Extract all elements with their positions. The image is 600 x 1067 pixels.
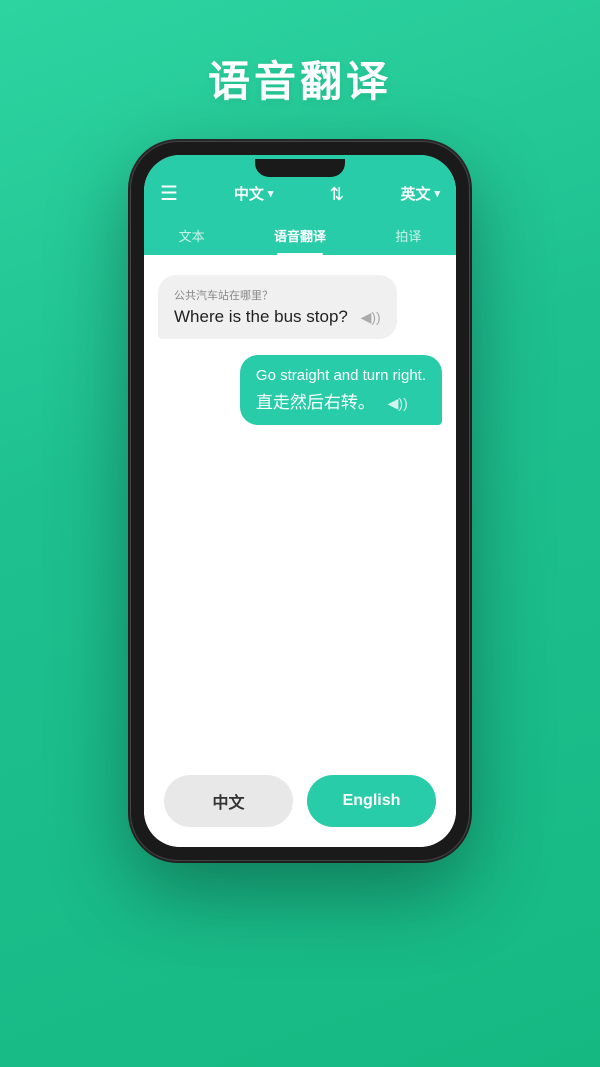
message-bubble-left: 公共汽车站在哪里？ Where is the bus stop? ◀)) bbox=[158, 275, 397, 339]
lang-right-arrow: ▾ bbox=[434, 187, 440, 200]
tab-text[interactable]: 文本 bbox=[167, 220, 217, 255]
lang-left-selector[interactable]: 中文 ▾ bbox=[234, 183, 274, 204]
page-title: 语音翻译 bbox=[208, 48, 392, 109]
bottom-buttons: 中文 English bbox=[144, 759, 456, 847]
bubble-left-main: Where is the bus stop? ◀)) bbox=[174, 307, 381, 327]
lang-left-label: 中文 bbox=[234, 183, 264, 204]
lang-right-selector[interactable]: 英文 ▾ bbox=[400, 183, 440, 204]
phone-screen: ☰ 中文 ▾ ⇄ 英文 ▾ 文本 语音翻译 拍译 bbox=[144, 155, 456, 847]
phone-shell: ☰ 中文 ▾ ⇄ 英文 ▾ 文本 语音翻译 拍译 bbox=[130, 141, 470, 861]
bubble-left-speaker-icon[interactable]: ◀)) bbox=[361, 309, 381, 326]
bubble-right-top: Go straight and turn right. bbox=[256, 367, 426, 384]
tab-photo-translate[interactable]: 拍译 bbox=[383, 220, 433, 255]
message-bubble-right: Go straight and turn right. 直走然后右转。 ◀)) bbox=[240, 355, 442, 425]
chat-area: 公共汽车站在哪里？ Where is the bus stop? ◀)) Go … bbox=[144, 255, 456, 759]
chinese-button[interactable]: 中文 bbox=[164, 775, 293, 827]
bubble-left-subtext: 公共汽车站在哪里？ bbox=[174, 287, 381, 303]
lang-right-label: 英文 bbox=[400, 183, 430, 204]
english-button[interactable]: English bbox=[307, 775, 436, 827]
menu-icon[interactable]: ☰ bbox=[160, 184, 178, 204]
bubble-right-speaker-icon[interactable]: ◀)) bbox=[388, 395, 408, 412]
tab-voice-translate[interactable]: 语音翻译 bbox=[262, 220, 338, 255]
phone-notch bbox=[255, 159, 345, 177]
bubble-right-bottom: 直走然后右转。 ◀)) bbox=[256, 388, 426, 413]
tab-bar: 文本 语音翻译 拍译 bbox=[144, 214, 456, 255]
lang-left-arrow: ▾ bbox=[268, 187, 274, 200]
swap-languages-icon[interactable]: ⇄ bbox=[326, 186, 347, 201]
